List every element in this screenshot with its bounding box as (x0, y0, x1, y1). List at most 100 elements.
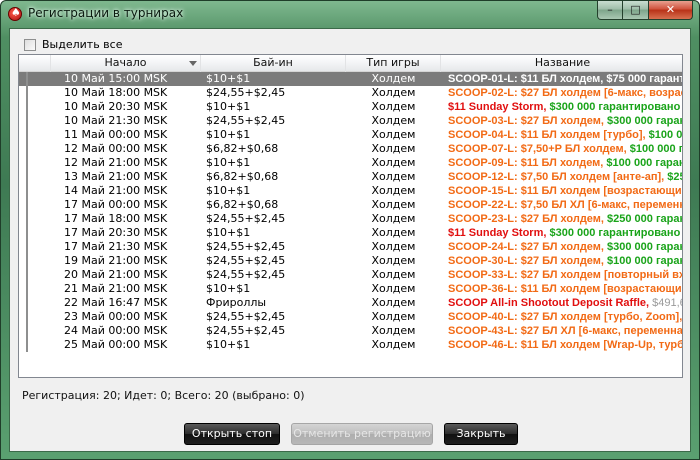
row-checkbox[interactable] (26, 156, 28, 170)
title-bar[interactable]: Регистрации в турнирах – □ ✕ (1, 1, 699, 27)
row-checkbox[interactable] (26, 310, 28, 324)
cell-buyin: $24,55+$2,45 (206, 254, 286, 267)
checkbox-icon[interactable] (24, 38, 36, 51)
row-checkbox[interactable] (26, 268, 28, 282)
row-checkbox[interactable] (26, 170, 28, 184)
minimize-button[interactable]: – (597, 1, 623, 20)
table-row[interactable]: 10 Май 21:30 MSK $24,55+$2,45 Холдем SCOOP-… (19, 114, 682, 128)
row-checkbox[interactable] (26, 100, 28, 114)
cell-start: 25 Май 00:00 MSK (64, 338, 168, 351)
cell-start: 10 Май 15:00 MSK (64, 72, 168, 85)
row-checkbox[interactable] (26, 240, 28, 254)
table-row[interactable]: 17 Май 18:00 MSK $24,55+$2,45 Холдем SCOOP-… (19, 212, 682, 226)
table-row[interactable]: 12 Май 00:00 MSK $6,82+$0,68 Холдем SCOOP-0… (19, 142, 682, 156)
row-checkbox-cell (26, 156, 40, 170)
row-checkbox[interactable] (26, 254, 28, 268)
row-checkbox[interactable] (26, 86, 28, 100)
name-segment: SCOOP-46-L: $11 БЛ холдем [Wrap-Up, турб… (448, 339, 683, 351)
name-segment: SCOOP-09-L: $11 БЛ холдем, (448, 157, 607, 169)
cell-start: 11 Май 00:00 MSK (64, 128, 168, 141)
tournament-table: Начало Бай-ин Тип игры Название 10 Май 1… (18, 54, 683, 378)
row-checkbox[interactable] (26, 226, 28, 240)
table-row[interactable]: 21 Май 21:00 MSK $10+$1 Холдем SCOOP-36-L: … (19, 282, 682, 296)
name-segment: $25 000 гарантировано (667, 171, 682, 183)
cancel-registration-button[interactable]: Отменить регистрацию (291, 423, 433, 445)
cell-game-type: Холдем (371, 310, 416, 323)
row-checkbox-cell (26, 72, 40, 86)
close-button[interactable]: Закрыть (444, 423, 518, 445)
row-checkbox[interactable] (26, 142, 28, 156)
name-segment: SCOOP-23-L: $27 БЛ холдем, (448, 213, 608, 225)
cell-buyin: $6,82+$0,68 (206, 198, 279, 211)
table-row[interactable]: 10 Май 20:30 MSK $10+$1 Холдем $11 Sunday S… (19, 100, 682, 114)
cell-game-type: Холдем (371, 240, 416, 253)
row-checkbox[interactable] (26, 128, 28, 142)
maximize-button[interactable]: □ (623, 1, 649, 20)
table-row[interactable]: 11 Май 00:00 MSK $10+$1 Холдем SCOOP-04-L: … (19, 128, 682, 142)
row-checkbox[interactable] (26, 324, 28, 338)
column-header-checkbox[interactable] (19, 55, 51, 72)
row-checkbox-cell (26, 338, 40, 352)
table-row[interactable]: 17 Май 00:00 MSK $6,82+$0,68 Холдем SCOOP-2… (19, 198, 682, 212)
column-header-start[interactable]: Начало (51, 55, 201, 72)
row-checkbox[interactable] (26, 212, 28, 226)
table-row[interactable]: 19 Май 21:00 MSK $24,55+$2,45 Холдем SCOOP-… (19, 254, 682, 268)
row-checkbox[interactable] (26, 72, 28, 86)
table-row[interactable]: 10 Май 15:00 MSK $10+$1 Холдем SCOOP-01-L: … (19, 72, 682, 86)
row-checkbox[interactable] (26, 296, 28, 310)
select-all-label: Выделить все (42, 38, 123, 51)
table-row[interactable]: 10 Май 18:00 MSK $24,55+$2,45 Холдем SCOOP-… (19, 86, 682, 100)
table-row[interactable]: 13 Май 21:00 MSK $6,82+$0,68 Холдем SCOOP-1… (19, 170, 682, 184)
column-header-name[interactable]: Название (441, 55, 682, 72)
row-checkbox[interactable] (26, 184, 28, 198)
cell-start: 10 Май 20:30 MSK (64, 100, 168, 113)
table-row[interactable]: 24 Май 00:00 MSK $24,55+$2,45 Холдем SCOOP-… (19, 324, 682, 338)
table-row[interactable]: 17 Май 21:30 MSK $24,55+$2,45 Холдем SCOOP-… (19, 240, 682, 254)
cell-game-type: Холдем (371, 198, 416, 211)
cell-buyin: Фрироллы (206, 296, 267, 309)
column-header-game-type[interactable]: Тип игры (346, 55, 441, 72)
name-segment: SCOOP-24-L: $27 БЛ холдем, (448, 241, 608, 253)
row-checkbox[interactable] (26, 114, 28, 128)
close-window-button[interactable]: ✕ (649, 1, 693, 20)
row-checkbox[interactable] (26, 198, 28, 212)
cell-tournament-name: SCOOP-12-L: $7,50 БЛ холдем [анте-ап], $… (441, 170, 682, 184)
cell-game-type: Холдем (371, 324, 416, 337)
name-segment: $11 Sunday Storm, (448, 227, 550, 239)
cell-buyin: $24,55+$2,45 (206, 212, 286, 225)
name-segment: SCOOP All-in Shootout Deposit Raffle, (448, 297, 653, 309)
cell-start: 14 Май 21:00 MSK (64, 184, 168, 197)
select-all-checkbox[interactable]: Выделить все (24, 38, 122, 51)
table-row[interactable]: 20 Май 21:00 MSK $24,55+$2,45 Холдем SCOOP-… (19, 268, 682, 282)
table-row[interactable]: 12 Май 21:00 MSK $10+$1 Холдем SCOOP-09-L: … (19, 156, 682, 170)
cell-tournament-name: SCOOP All-in Shootout Deposit Raffle, $4… (441, 296, 682, 310)
name-segment: SCOOP-36-L: $11 БЛ холдем [возрастающий … (448, 283, 683, 295)
row-checkbox-cell (26, 170, 40, 184)
row-checkbox-cell (26, 212, 40, 226)
cell-tournament-name: SCOOP-03-L: $27 БЛ холдем, $300 000 гара… (441, 114, 682, 128)
table-row[interactable]: 22 Май 16:47 MSK Фрироллы Холдем SCOOP All-… (19, 296, 682, 310)
row-checkbox[interactable] (26, 338, 28, 352)
cell-buyin: $24,55+$2,45 (206, 310, 286, 323)
table-body: 10 Май 15:00 MSK $10+$1 Холдем SCOOP-01-L: … (19, 72, 682, 352)
table-row[interactable]: 23 Май 00:00 MSK $24,55+$2,45 Холдем SCOOP-… (19, 310, 682, 324)
cell-tournament-name: SCOOP-43-L: $27 БЛ ХЛ [6-макс, переменна… (441, 324, 682, 338)
row-checkbox-cell (26, 324, 40, 338)
column-header-buyin[interactable]: Бай-ин (201, 55, 346, 72)
cell-tournament-name: SCOOP-30-L: $27 БЛ холдем, $100 000 гара… (441, 254, 682, 268)
cell-start: 17 Май 20:30 MSK (64, 226, 168, 239)
cell-game-type: Холдем (371, 128, 416, 141)
row-checkbox[interactable] (26, 282, 28, 296)
table-row[interactable]: 17 Май 20:30 MSK $10+$1 Холдем $11 Sunday S… (19, 226, 682, 240)
open-stop-button[interactable]: Открыть стоп (184, 423, 280, 445)
cell-start: 17 Май 18:00 MSK (64, 212, 168, 225)
cell-buyin: $10+$1 (206, 226, 251, 239)
table-row[interactable]: 14 Май 21:00 MSK $10+$1 Холдем SCOOP-15-L: … (19, 184, 682, 198)
table-row[interactable]: 25 Май 00:00 MSK $10+$1 Холдем SCOOP-46-L: … (19, 338, 682, 352)
row-checkbox-cell (26, 128, 40, 142)
row-checkbox-cell (26, 240, 40, 254)
name-segment: $491,680.00 гарантировано (652, 297, 682, 309)
cell-game-type: Холдем (371, 254, 416, 267)
row-checkbox-cell (26, 184, 40, 198)
client-area: Выделить все Начало Бай-ин Тип игры Назв… (9, 28, 691, 452)
